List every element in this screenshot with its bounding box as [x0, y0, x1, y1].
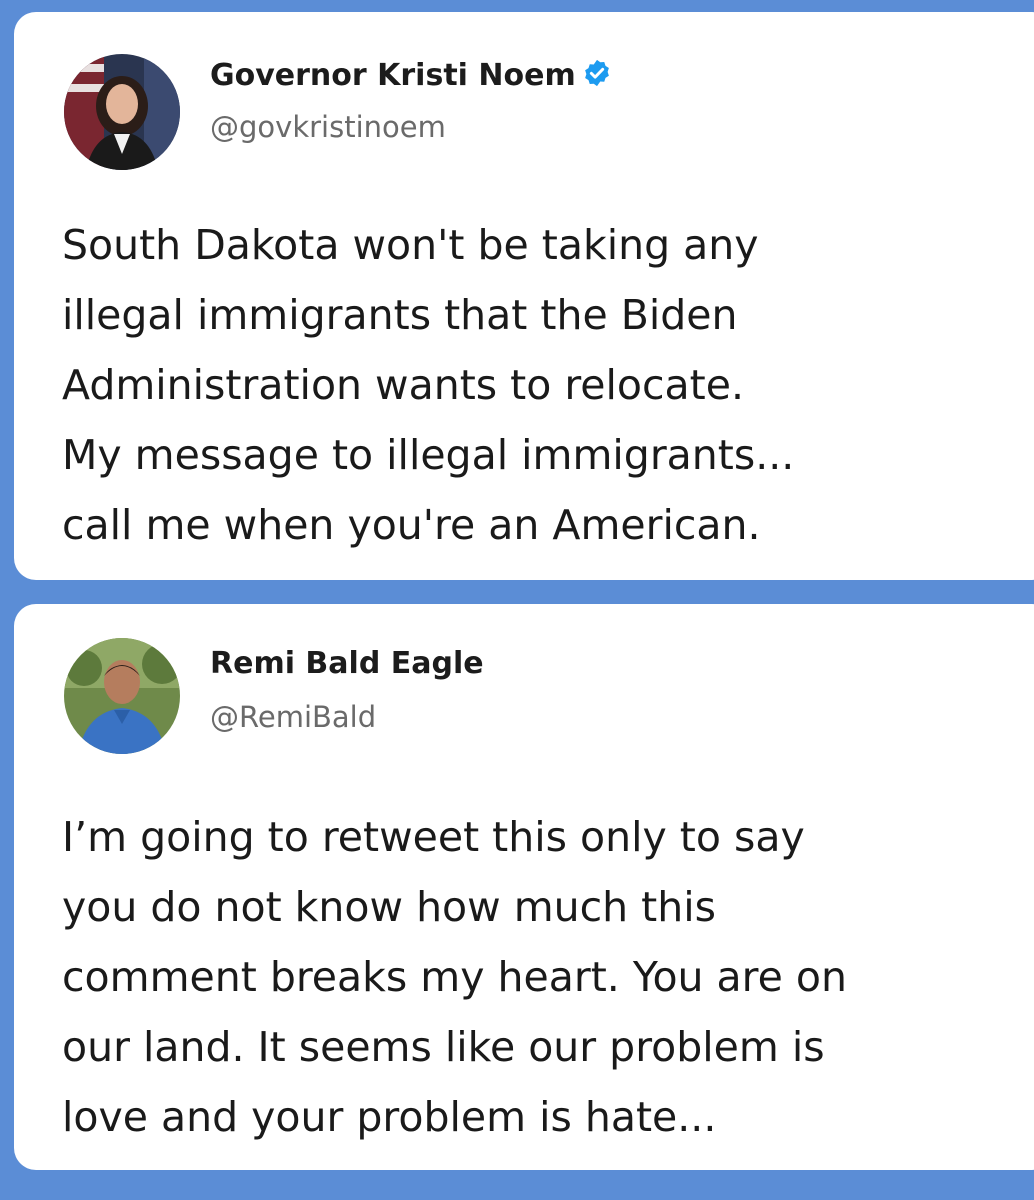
avatar-image — [64, 54, 180, 170]
tweet-text-line: South Dakota won't be taking any — [62, 221, 759, 269]
display-name[interactable]: Remi Bald Eagle — [210, 646, 484, 681]
tweet-text: I’m going to retweet this only to say yo… — [62, 802, 1022, 1152]
handle[interactable]: @govkristinoem — [210, 110, 446, 144]
tweet-text-line: I’m going to retweet this only to say — [62, 813, 805, 861]
display-name-text: Governor Kristi Noem — [210, 58, 576, 93]
tweet-text-line: Administration wants to relocate. — [62, 361, 745, 409]
tweet-text-line: call me when you're an American. — [62, 501, 761, 549]
tweet-card[interactable]: Remi Bald Eagle @RemiBald I’m going to r… — [14, 604, 1034, 1170]
avatar[interactable] — [64, 54, 180, 170]
tweet-text-line: illegal immigrants that the Biden — [62, 291, 738, 339]
tweet-card[interactable]: Governor Kristi Noem @govkristinoem Sout… — [14, 12, 1034, 580]
tweet-text-line: love and your problem is hate... — [62, 1093, 717, 1141]
tweet-text-line: My message to illegal immigrants... — [62, 431, 795, 479]
tweet-text: South Dakota won't be taking any illegal… — [62, 210, 1022, 560]
display-name[interactable]: Governor Kristi Noem — [210, 58, 612, 93]
handle[interactable]: @RemiBald — [210, 700, 376, 734]
verified-badge-icon — [584, 59, 609, 87]
tweet-text-line: comment breaks my heart. You are on — [62, 953, 847, 1001]
avatar-image — [64, 638, 180, 754]
tweet-text-line: our land. It seems like our problem is — [62, 1023, 825, 1071]
avatar[interactable] — [64, 638, 180, 754]
tweet-text-line: you do not know how much this — [62, 883, 716, 931]
